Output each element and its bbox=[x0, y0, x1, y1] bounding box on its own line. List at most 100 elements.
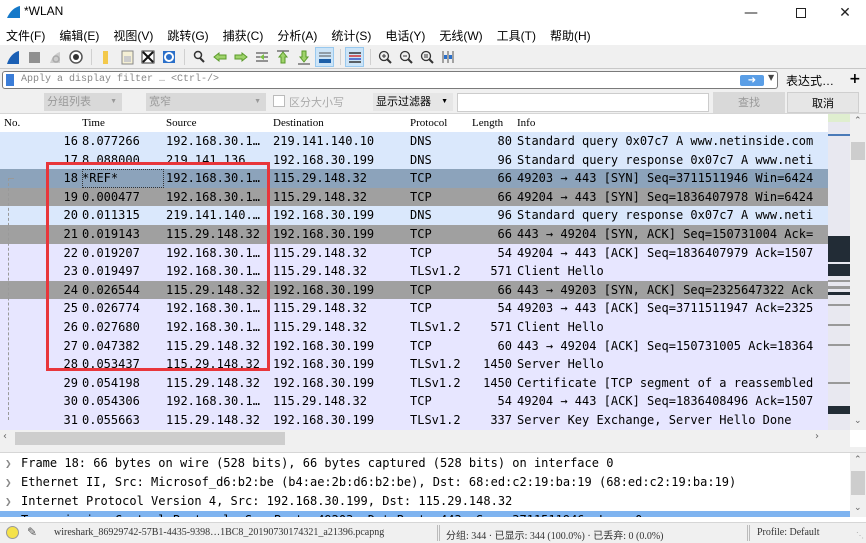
packet-row[interactable]: 25 0.026774 192.168.30.1… 115.29.148.32 TCP 5… bbox=[0, 299, 828, 318]
column-header-length[interactable]: Length bbox=[472, 117, 503, 129]
zoom-in-button[interactable] bbox=[375, 47, 394, 67]
colorize-button[interactable] bbox=[345, 46, 364, 67]
find-packet-button[interactable] bbox=[189, 47, 208, 67]
zoom-normal-button[interactable] bbox=[417, 47, 436, 67]
menu-view[interactable]: 视图(V) bbox=[107, 27, 161, 44]
capture-comment-icon[interactable]: ✎ bbox=[27, 525, 37, 540]
char-width-dropdown[interactable]: 宽窄 ▼ bbox=[146, 93, 266, 111]
column-header-info[interactable]: Info bbox=[517, 117, 535, 129]
menu-file[interactable]: 文件(F) bbox=[0, 27, 53, 44]
go-to-packet-button[interactable] bbox=[252, 47, 271, 67]
find-query-input[interactable] bbox=[457, 93, 709, 112]
cell-len: 66 bbox=[497, 189, 512, 204]
search-in-dropdown[interactable]: 分组列表 ▼ bbox=[44, 93, 122, 111]
scroll-up-icon[interactable]: ⌃ bbox=[854, 455, 862, 465]
find-button[interactable]: 查找 bbox=[713, 92, 785, 113]
menu-edit[interactable]: 编辑(E) bbox=[53, 27, 107, 44]
maximize-button[interactable] bbox=[778, 0, 824, 25]
menu-analyze[interactable]: 分析(A) bbox=[271, 27, 325, 44]
scroll-right-icon[interactable]: › bbox=[815, 431, 819, 442]
detail-row-ethernet[interactable]: ❯ Ethernet II, Src: Microsof_d6:b2:be (b4… bbox=[0, 473, 850, 492]
packet-row[interactable]: 19 0.000477 192.168.30.1… 115.29.148.32 TCP 6… bbox=[0, 187, 828, 207]
go-back-button[interactable] bbox=[210, 47, 229, 67]
packet-row[interactable]: 21 0.019143 115.29.148.32 192.168.30.199 TCP… bbox=[0, 225, 828, 244]
expand-arrow-icon[interactable]: ❯ bbox=[5, 473, 12, 492]
scroll-up-icon[interactable]: ⌃ bbox=[854, 116, 862, 126]
zoom-out-button[interactable] bbox=[396, 47, 415, 67]
menu-telephony[interactable]: 电话(Y) bbox=[379, 27, 433, 44]
packet-row[interactable]: 28 0.053437 115.29.148.32 192.168.30.199 TLS… bbox=[0, 355, 828, 374]
add-filter-button[interactable]: + bbox=[849, 71, 861, 87]
open-file-button[interactable] bbox=[96, 47, 115, 67]
column-header-time[interactable]: Time bbox=[82, 117, 105, 129]
packet-row[interactable]: 22 0.019207 192.168.30.1… 115.29.148.32 TCP 5… bbox=[0, 243, 828, 263]
expert-info-icon[interactable] bbox=[6, 526, 19, 539]
scroll-down-icon[interactable]: ⌄ bbox=[854, 503, 862, 513]
close-file-button[interactable] bbox=[138, 47, 157, 67]
scrollbar-thumb[interactable] bbox=[15, 432, 285, 445]
scrollbar-thumb[interactable] bbox=[851, 142, 865, 160]
packet-row[interactable]: 31 0.055663 115.29.148.32 192.168.30.199 TLS… bbox=[0, 411, 828, 430]
display-filter-input[interactable]: Apply a display filter … <Ctrl-/> ➜ ▼ bbox=[2, 71, 778, 89]
details-vertical-scrollbar[interactable]: ⌃ ⌄ bbox=[850, 453, 866, 517]
resize-columns-button[interactable] bbox=[438, 47, 457, 67]
apply-filter-arrow-icon[interactable]: ➜ bbox=[740, 75, 764, 86]
packet-list[interactable]: No. Time Source Destination Protocol Len… bbox=[0, 114, 828, 430]
column-header-protocol[interactable]: Protocol bbox=[410, 117, 447, 129]
menu-capture[interactable]: 捕获(C) bbox=[217, 27, 272, 44]
stop-capture-button[interactable] bbox=[24, 47, 43, 67]
autoscroll-button[interactable] bbox=[315, 46, 334, 67]
profile-label[interactable]: Profile: Default bbox=[757, 527, 819, 538]
expand-arrow-icon[interactable]: ❯ bbox=[5, 492, 12, 511]
search-type-dropdown[interactable]: 显示过滤器 ▼ bbox=[373, 93, 453, 111]
expand-arrow-icon[interactable]: ❯ bbox=[5, 511, 12, 517]
packet-row[interactable]: 23 0.019497 192.168.30.1… 115.29.148.32 TLSv… bbox=[0, 262, 828, 281]
go-first-button[interactable] bbox=[273, 47, 292, 67]
scroll-left-icon[interactable]: ‹ bbox=[3, 431, 7, 442]
menu-tools[interactable]: 工具(T) bbox=[491, 27, 544, 44]
expression-button[interactable]: 表达式… bbox=[786, 72, 834, 89]
packet-list-horizontal-scrollbar[interactable]: ‹ › bbox=[0, 430, 850, 447]
go-last-button[interactable] bbox=[294, 47, 313, 67]
packet-row[interactable]: 27 0.047382 115.29.148.32 192.168.30.199 TCP… bbox=[0, 336, 828, 356]
column-header-destination[interactable]: Destination bbox=[273, 117, 324, 129]
restart-capture-button[interactable] bbox=[45, 47, 64, 67]
scroll-down-icon[interactable]: ⌄ bbox=[854, 416, 862, 426]
packet-row[interactable]: 30 0.054306 192.168.30.1… 115.29.148.32 TCP 5… bbox=[0, 392, 828, 411]
scrollbar-thumb[interactable] bbox=[851, 471, 865, 495]
column-header-no[interactable]: No. bbox=[4, 117, 20, 129]
go-forward-button[interactable] bbox=[231, 47, 250, 67]
resize-grip-icon[interactable]: ⋱ bbox=[856, 531, 864, 540]
menu-help[interactable]: 帮助(H) bbox=[544, 27, 599, 44]
packet-list-vertical-scrollbar[interactable]: ⌃ ⌄ bbox=[850, 114, 866, 430]
case-sensitive-checkbox[interactable] bbox=[273, 95, 285, 107]
packet-row[interactable]: 16 8.077266 192.168.30.1… 219.141.140.10 DNS… bbox=[0, 132, 828, 151]
packet-row[interactable]: 24 0.026544 115.29.148.32 192.168.30.199 TCP… bbox=[0, 280, 828, 300]
packet-row-selected[interactable]: 18 *REF* 192.168.30.1… 115.29.148.32 TCP 66 49… bbox=[0, 169, 828, 188]
capture-options-button[interactable] bbox=[66, 47, 85, 67]
packet-row[interactable]: 20 0.011315 219.141.140.… 192.168.30.199 DNS… bbox=[0, 206, 828, 225]
reload-file-button[interactable] bbox=[159, 47, 178, 67]
packet-row[interactable]: 17 8.088000 219.141.136… 192.168.30.199 DNS 9… bbox=[0, 150, 828, 170]
start-capture-button[interactable] bbox=[3, 47, 22, 67]
detail-row-frame[interactable]: ❯ Frame 18: 66 bytes on wire (528 bits), … bbox=[0, 454, 850, 473]
cell-src: 192.168.30.1… bbox=[166, 189, 260, 204]
menu-wireless[interactable]: 无线(W) bbox=[433, 27, 490, 44]
filter-history-dropdown-icon[interactable]: ▼ bbox=[768, 73, 774, 82]
column-header-source[interactable]: Source bbox=[166, 117, 197, 129]
menu-statistics[interactable]: 统计(S) bbox=[325, 27, 379, 44]
menu-go[interactable]: 跳转(G) bbox=[161, 27, 216, 44]
packet-row[interactable]: 26 0.027680 192.168.30.1… 115.29.148.32 TLSv… bbox=[0, 318, 828, 337]
packet-details[interactable]: ❯ Frame 18: 66 bytes on wire (528 bits), … bbox=[0, 453, 850, 517]
minimize-button[interactable]: — bbox=[728, 0, 774, 25]
cell-len: 337 bbox=[490, 413, 512, 427]
packet-row[interactable]: 29 0.054198 115.29.148.32 192.168.30.199 TLS… bbox=[0, 373, 828, 393]
cancel-find-button[interactable]: 取消 bbox=[787, 92, 859, 113]
close-button[interactable]: ✕ bbox=[822, 0, 866, 25]
packet-minimap[interactable] bbox=[828, 114, 850, 430]
expand-arrow-icon[interactable]: ❯ bbox=[5, 454, 12, 473]
detail-row-tcp[interactable]: ❯Transmission Control Protocol, Src Port… bbox=[0, 511, 850, 517]
detail-row-ip[interactable]: ❯ Internet Protocol Version 4, Src: 192.1… bbox=[0, 492, 850, 511]
save-file-button[interactable] bbox=[117, 47, 136, 67]
filter-bookmark-icon[interactable] bbox=[6, 74, 14, 86]
